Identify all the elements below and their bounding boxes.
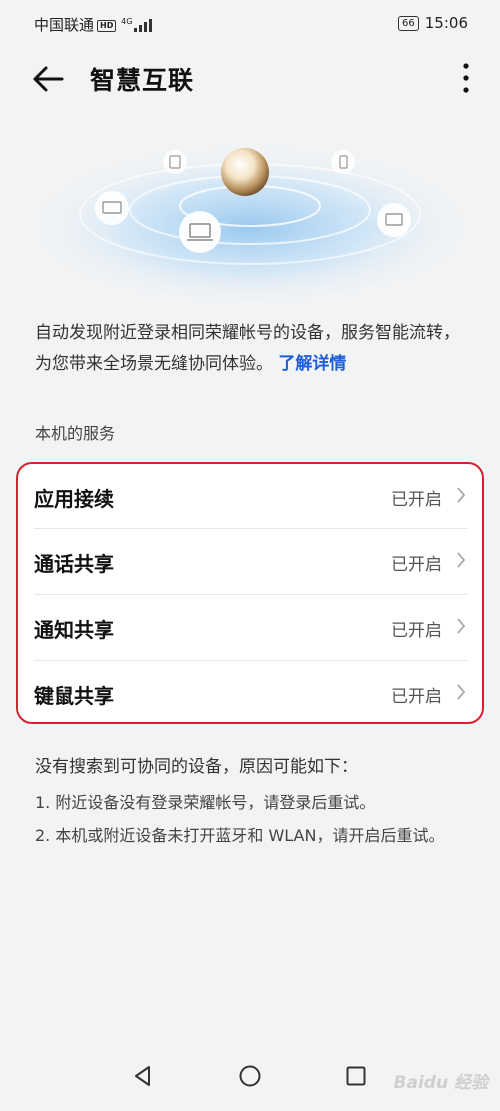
service-label: 通话共享 [34,552,114,576]
service-label: 通知共享 [34,618,114,642]
signal-icon [134,19,153,32]
services-card: 应用接续 已开启 通话共享 已开启 通知共享 已开启 键鼠共享 已开启 [16,462,484,724]
troubleshoot-note: 1. 附近设备没有登录荣耀帐号，请登录后重试。 [35,793,376,812]
network-type: 4G [121,17,133,26]
feature-description: 自动发现附近登录相同荣耀帐号的设备，服务智能流转，为您带来全场景无缝协同体验。 … [35,318,470,380]
service-label: 键鼠共享 [34,684,114,708]
monitor-device-icon [377,203,411,237]
service-status: 已开启 [391,555,442,575]
chevron-right-icon [457,552,466,568]
service-item-call-sharing[interactable]: 通话共享 已开启 [34,529,468,593]
service-label: 应用接续 [34,487,114,511]
section-title: 本机的服务 [35,424,116,443]
page-title: 智慧互联 [90,66,195,95]
status-right: 66 15:06 [398,14,468,32]
tv-device-icon [95,191,129,225]
chevron-right-icon [457,684,466,700]
chevron-right-icon [457,618,466,634]
arrow-left-icon[interactable] [30,63,66,95]
troubleshoot-note: 2. 本机或附近设备未打开蓝牙和 WLAN，请开启后重试。 [35,826,445,845]
phone-device-icon [331,150,355,174]
troubleshoot-title: 没有搜索到可协同的设备，原因可能如下： [35,757,358,777]
service-item-keyboard-mouse-sharing[interactable]: 键鼠共享 已开启 [34,661,468,725]
carrier-name: 中国联通 [34,16,95,34]
square-recent-icon[interactable] [344,1064,368,1088]
circle-home-icon[interactable] [238,1064,262,1088]
tablet-device-icon [163,150,187,174]
app-bar: 智慧互联 [0,46,500,110]
learn-more-link[interactable]: 了解详情 [278,354,346,374]
chevron-right-icon [457,487,466,503]
central-orb [221,148,269,196]
baidu-watermark: Baidu 经验 [393,1073,488,1093]
more-vertical-icon[interactable] [458,60,474,96]
battery-icon: 66 [398,15,419,31]
hd-badge: HD [97,20,117,32]
carrier-info: 中国联通 HD 4G [34,14,160,35]
status-bar: 中国联通 HD 4G 66 15:06 [0,0,500,46]
device-discovery-illustration [30,139,470,299]
service-status: 已开启 [391,687,442,707]
system-nav-bar: Baidu 经验 [0,1050,500,1111]
service-item-notification-sharing[interactable]: 通知共享 已开启 [34,595,468,659]
triangle-back-icon[interactable] [131,1064,155,1088]
laptop-device-icon [179,211,221,253]
service-item-app-continuation[interactable]: 应用接续 已开启 [34,464,468,528]
service-status: 已开启 [391,621,442,641]
description-text: 自动发现附近登录相同荣耀帐号的设备，服务智能流转，为您带来全场景无缝协同体验。 [35,323,460,374]
clock: 15:06 [424,14,468,32]
service-status: 已开启 [391,490,442,510]
